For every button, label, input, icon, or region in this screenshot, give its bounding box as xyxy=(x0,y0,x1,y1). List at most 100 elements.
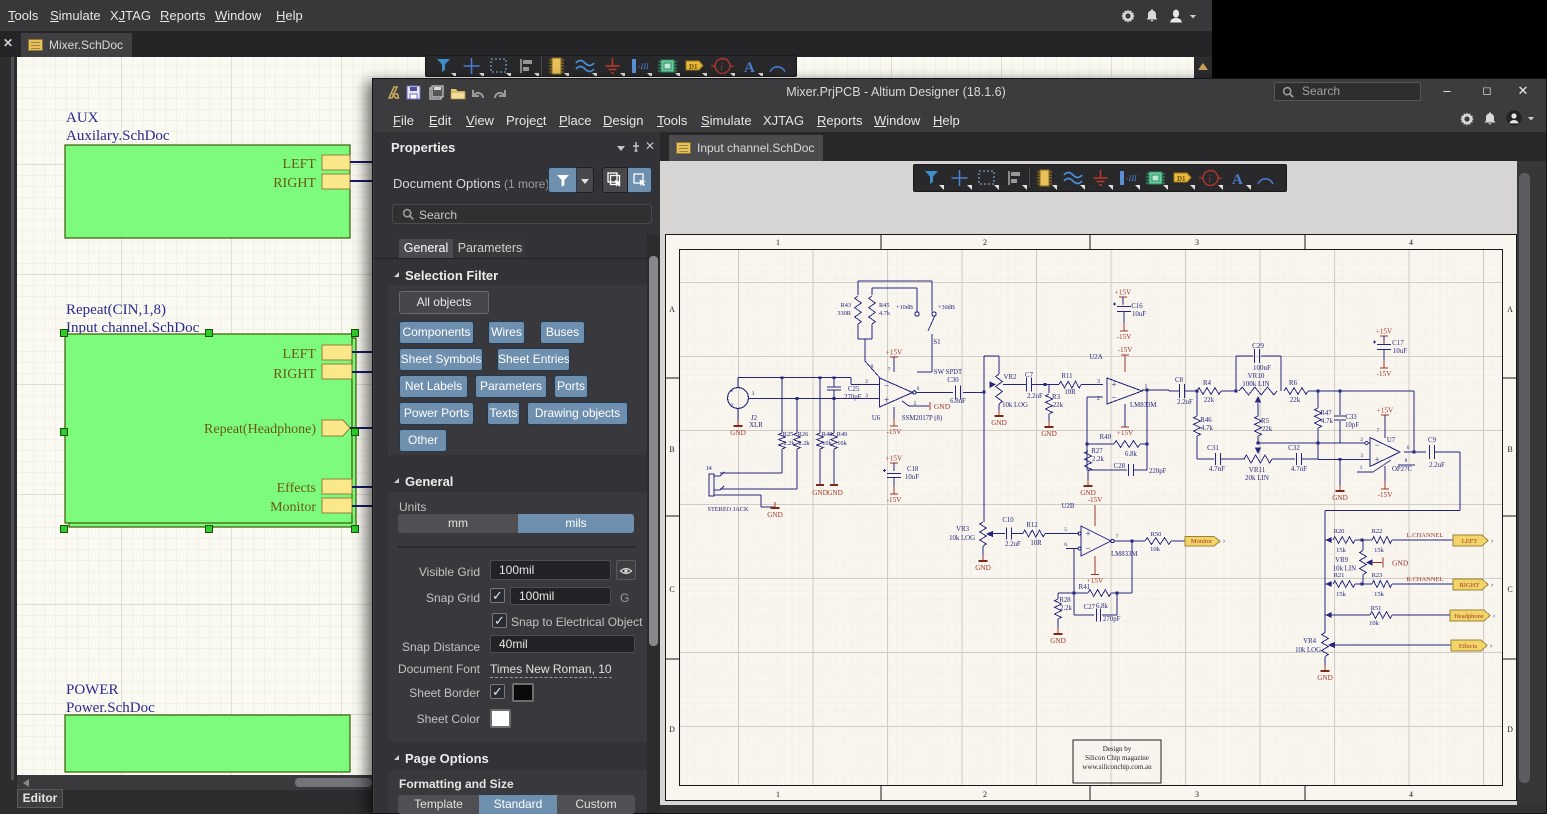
svg-text:-15V: -15V xyxy=(1088,496,1104,504)
svg-text:20k LIN: 20k LIN xyxy=(1245,474,1269,482)
svg-text:S1: S1 xyxy=(933,339,940,346)
svg-text:10k LOG: 10k LOG xyxy=(949,535,975,542)
svg-text:-15V: -15V xyxy=(1377,370,1393,378)
svg-text:D: D xyxy=(1507,725,1513,734)
svg-text:R4: R4 xyxy=(1203,380,1212,387)
svg-text:R11: R11 xyxy=(1061,373,1072,380)
svg-text:+: + xyxy=(1085,529,1090,539)
svg-text:R3: R3 xyxy=(1052,394,1061,401)
svg-text:D: D xyxy=(669,725,675,734)
svg-text:GND: GND xyxy=(1317,674,1333,682)
svg-text:U7: U7 xyxy=(1387,437,1396,444)
svg-text:A: A xyxy=(1232,172,1243,188)
svg-text:4.7k: 4.7k xyxy=(1321,418,1333,425)
svg-text:+15V: +15V xyxy=(886,349,903,357)
svg-text:8: 8 xyxy=(871,364,874,370)
svg-text:10R: 10R xyxy=(1064,389,1076,396)
svg-text:C25: C25 xyxy=(848,386,860,393)
svg-text:+15V: +15V xyxy=(886,455,903,463)
svg-text:C33: C33 xyxy=(1345,414,1357,421)
svg-text:2.2k: 2.2k xyxy=(1060,605,1072,612)
svg-text:2: 2 xyxy=(983,238,987,247)
svg-text:2: 2 xyxy=(731,403,734,409)
svg-text:2: 2 xyxy=(865,379,868,385)
svg-text:A: A xyxy=(744,60,755,76)
svg-text:R27: R27 xyxy=(1091,448,1103,455)
svg-text:−: − xyxy=(1374,440,1379,450)
svg-text:2.2k: 2.2k xyxy=(1092,456,1104,463)
svg-text:R12: R12 xyxy=(1026,522,1038,529)
svg-text:10k LOG: 10k LOG xyxy=(1002,402,1028,409)
svg-text:22k: 22k xyxy=(1053,402,1064,409)
svg-text:U2B: U2B xyxy=(1062,503,1075,510)
svg-text:+: + xyxy=(1374,454,1379,464)
svg-text:VR2: VR2 xyxy=(1004,374,1017,381)
svg-text:R40: R40 xyxy=(1100,434,1112,441)
svg-text:+15V: +15V xyxy=(1115,289,1132,297)
svg-text:270pF: 270pF xyxy=(844,394,862,401)
svg-text:Headphone: Headphone xyxy=(1454,613,1484,620)
svg-text:C9: C9 xyxy=(1428,437,1437,444)
svg-text:R25: R25 xyxy=(783,431,794,438)
svg-text:-III: -III xyxy=(1126,174,1137,183)
svg-text:R22: R22 xyxy=(1372,528,1383,535)
svg-text:SSM2017P (8): SSM2017P (8) xyxy=(902,415,942,422)
svg-text:R26: R26 xyxy=(798,431,809,438)
svg-text:B: B xyxy=(1507,445,1512,454)
svg-text:U2A: U2A xyxy=(1089,354,1102,361)
svg-text:Effects: Effects xyxy=(1459,643,1478,650)
svg-text:C17: C17 xyxy=(1392,339,1404,347)
svg-text:-15V: -15V xyxy=(1118,346,1134,354)
svg-text:10pF: 10pF xyxy=(1345,422,1359,429)
svg-text:GND: GND xyxy=(1332,494,1348,502)
svg-text:VR11: VR11 xyxy=(1249,466,1266,474)
svg-text:D1: D1 xyxy=(689,63,698,71)
svg-text:6.8k: 6.8k xyxy=(1125,451,1137,458)
svg-text:6: 6 xyxy=(1064,542,1067,548)
svg-text:›: › xyxy=(1493,612,1495,620)
svg-text:22k: 22k xyxy=(1204,397,1215,404)
svg-text:C: C xyxy=(669,585,674,594)
svg-text:+15V: +15V xyxy=(1376,328,1393,336)
svg-text:+: + xyxy=(884,395,889,405)
svg-text:R49: R49 xyxy=(837,431,848,438)
svg-text:GND: GND xyxy=(1041,430,1057,438)
svg-text:C32: C32 xyxy=(1288,444,1300,452)
svg-text:7: 7 xyxy=(1116,534,1119,540)
svg-text:4: 4 xyxy=(1409,238,1413,247)
svg-text:GND: GND xyxy=(767,511,783,519)
svg-text:STEREO JACK: STEREO JACK xyxy=(707,506,749,513)
svg-text:LEFT: LEFT xyxy=(1462,538,1478,545)
svg-text:10k: 10k xyxy=(837,440,847,447)
svg-text:RIGHT: RIGHT xyxy=(1460,582,1480,589)
svg-text:4.7k: 4.7k xyxy=(879,310,891,317)
svg-text:15k: 15k xyxy=(1336,547,1347,554)
svg-text:Silicon Chip magazine: Silicon Chip magazine xyxy=(1085,754,1149,762)
svg-text:7: 7 xyxy=(1377,428,1380,434)
svg-text:3: 3 xyxy=(1195,238,1199,247)
svg-text:C: C xyxy=(1507,585,1512,594)
svg-text:OP27C: OP27C xyxy=(1392,466,1412,473)
svg-text:C29: C29 xyxy=(1252,342,1264,350)
svg-text:J4: J4 xyxy=(706,465,712,472)
svg-text:i: i xyxy=(1208,174,1211,184)
svg-text:6.8uF: 6.8uF xyxy=(950,398,966,405)
svg-text:LEFT: LEFT xyxy=(283,347,317,362)
svg-text:4.7k: 4.7k xyxy=(1201,425,1213,432)
svg-text:L.CHANNEL: L.CHANNEL xyxy=(1407,532,1444,539)
svg-text:6: 6 xyxy=(917,386,920,392)
svg-text:2: 2 xyxy=(1360,437,1363,443)
svg-text:1: 1 xyxy=(731,388,734,394)
svg-text:270pF: 270pF xyxy=(1103,616,1121,623)
svg-text:+30dB: +30dB xyxy=(938,304,955,311)
svg-text:-15V: -15V xyxy=(1378,491,1394,499)
svg-text:22k: 22k xyxy=(1290,396,1301,404)
svg-text:GND: GND xyxy=(991,419,1007,427)
svg-text:J2: J2 xyxy=(751,415,758,422)
svg-text:Monitor: Monitor xyxy=(1191,538,1213,545)
svg-text:330R: 330R xyxy=(837,310,851,317)
svg-text:LEFT: LEFT xyxy=(283,157,317,172)
svg-text:R.CHANNEL: R.CHANNEL xyxy=(1406,576,1443,583)
svg-text:AUX: AUX xyxy=(66,110,99,126)
svg-text:+10dB: +10dB xyxy=(896,304,913,311)
